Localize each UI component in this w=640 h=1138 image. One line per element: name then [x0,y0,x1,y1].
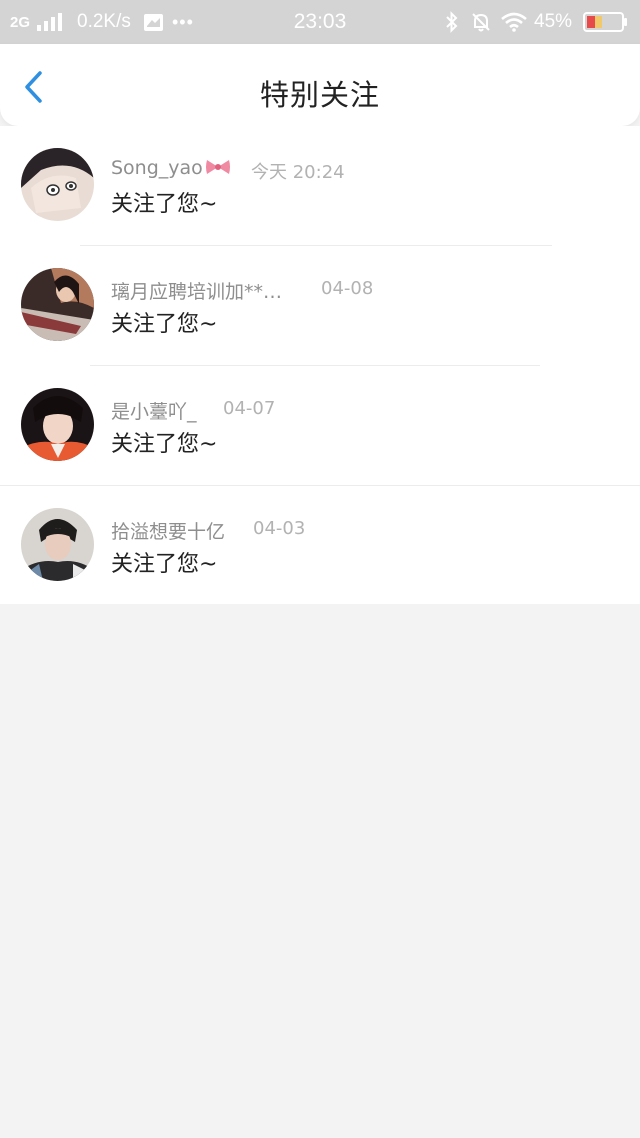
follow-message: 关注了您~ [111,192,218,217]
follow-message: 关注了您~ [111,432,218,457]
bell-off-icon [470,0,492,44]
list-item[interactable]: Song_yao 今天 20:24 关注了您~ [0,126,640,246]
list-item[interactable]: 璃月应聘培训加**… 04-08 关注了您~ [0,246,640,366]
user-name: 是小薹吖_ [111,401,197,423]
follow-time: 04-08 [321,278,374,299]
list-item[interactable]: 拾溢想要十亿 04-03 关注了您~ [0,486,640,606]
navigation-bar: 特别关注 [0,44,640,126]
bluetooth-icon [444,0,460,44]
status-bar: 2G 0.2K/s ••• 23:03 45% [0,0,640,44]
avatar[interactable] [21,388,94,461]
user-name: 璃月应聘培训加**… [111,281,283,303]
follow-time: 04-03 [253,518,306,539]
bow-icon [205,157,231,182]
wifi-icon [500,0,528,44]
avatar[interactable] [21,148,94,221]
follow-time: 今天 20:24 [251,162,345,183]
follow-message: 关注了您~ [111,312,218,337]
page-title: 特别关注 [259,78,380,112]
battery-percent: 45% [534,11,573,32]
follow-list: Song_yao 今天 20:24 关注了您~ 璃月应聘培训加**… 04-08… [0,126,640,604]
battery-icon [583,0,629,44]
follow-message: 关注了您~ [111,552,218,577]
user-name: 拾溢想要十亿 [111,521,226,543]
user-name: Song_yao [111,157,231,182]
avatar[interactable] [21,268,94,341]
follow-time: 04-07 [223,398,276,419]
avatar[interactable] [21,508,94,581]
list-item[interactable]: 是小薹吖_ 04-07 关注了您~ [0,366,640,486]
